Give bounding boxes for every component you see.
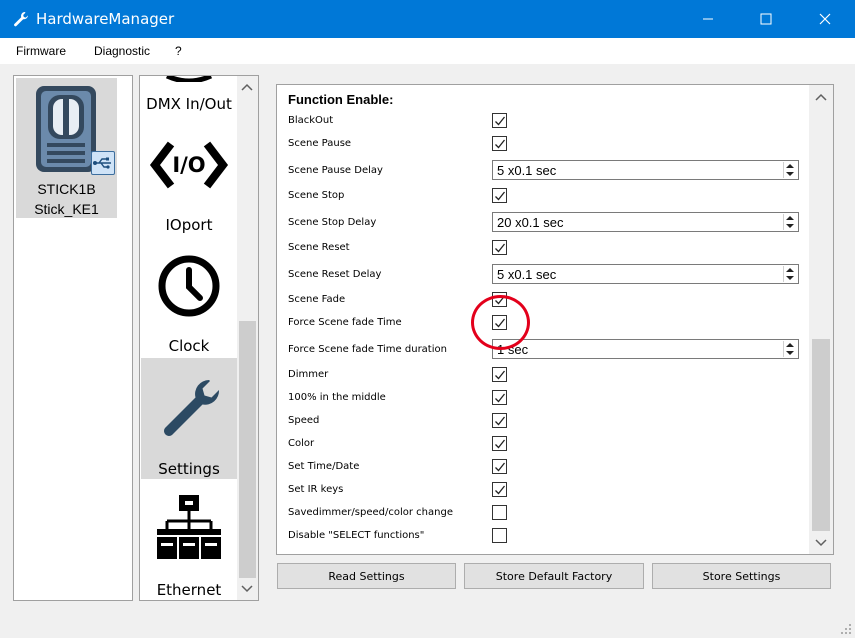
setting-checkbox[interactable] bbox=[492, 390, 507, 405]
minimize-icon bbox=[703, 18, 713, 20]
setting-label: Scene Reset Delay bbox=[288, 269, 382, 280]
minimize-button[interactable] bbox=[678, 0, 738, 38]
setting-label: Scene Reset bbox=[288, 242, 350, 253]
device-item-stick1b[interactable]: STICK1B Stick_KE1 bbox=[16, 78, 117, 218]
setting-spinbox[interactable]: 20 x0.1 sec bbox=[492, 212, 799, 232]
setting-checkbox[interactable] bbox=[492, 188, 507, 203]
setting-label: Savedimmer/speed/color change bbox=[288, 507, 453, 518]
setting-checkbox[interactable] bbox=[492, 136, 507, 151]
setting-spinbox[interactable]: 1 sec bbox=[492, 339, 799, 359]
setting-label: Scene Fade bbox=[288, 294, 346, 305]
spin-arrows-icon[interactable] bbox=[783, 266, 797, 282]
chevron-up-icon[interactable] bbox=[815, 92, 827, 102]
spin-arrows-icon[interactable] bbox=[783, 162, 797, 178]
setting-checkbox[interactable] bbox=[492, 482, 507, 497]
window-title: HardwareManager bbox=[36, 10, 175, 28]
close-icon bbox=[819, 13, 831, 25]
spin-arrows-icon[interactable] bbox=[783, 341, 797, 357]
menu-bar: Firmware Diagnostic ? bbox=[0, 38, 855, 64]
setting-checkbox[interactable] bbox=[492, 367, 507, 382]
wrench-icon bbox=[164, 380, 220, 436]
setting-checkbox[interactable] bbox=[492, 459, 507, 474]
nav-label-ethernet: Ethernet bbox=[156, 581, 222, 599]
chevron-down-icon[interactable] bbox=[241, 584, 253, 594]
store-settings-button[interactable]: Store Settings bbox=[652, 563, 831, 589]
settings-scrollbar[interactable] bbox=[809, 85, 833, 554]
nav-label-clock: Clock bbox=[168, 337, 210, 355]
setting-label: Set IR keys bbox=[288, 484, 344, 495]
svg-text:I/O: I/O bbox=[172, 153, 205, 177]
spin-arrows-icon[interactable] bbox=[783, 214, 797, 230]
setting-label: Scene Stop Delay bbox=[288, 217, 377, 228]
setting-label: Scene Stop bbox=[288, 190, 345, 201]
setting-label: Disable "SELECT functions" bbox=[288, 530, 425, 541]
setting-label: BlackOut bbox=[288, 115, 334, 126]
setting-checkbox[interactable] bbox=[492, 505, 507, 520]
nav-item-clock[interactable]: Clock bbox=[141, 247, 237, 368]
spinbox-value[interactable]: 20 x0.1 sec bbox=[497, 215, 564, 230]
nav-scrollbar[interactable] bbox=[237, 76, 258, 600]
clock-icon bbox=[158, 255, 220, 317]
menu-firmware[interactable]: Firmware bbox=[16, 44, 66, 58]
setting-label: Color bbox=[288, 438, 315, 449]
close-button[interactable] bbox=[795, 0, 855, 38]
setting-checkbox[interactable] bbox=[492, 528, 507, 543]
io-icon: I/O bbox=[149, 141, 229, 189]
section-title: Function Enable: bbox=[288, 92, 394, 107]
setting-label: Dimmer bbox=[288, 369, 329, 380]
settings-scroll-thumb[interactable] bbox=[812, 339, 830, 531]
setting-label: Scene Pause bbox=[288, 138, 352, 149]
maximize-icon bbox=[760, 13, 772, 25]
setting-checkbox[interactable] bbox=[492, 240, 507, 255]
nav-item-ioport[interactable]: I/O IOport bbox=[141, 126, 237, 247]
function-nav: DMX In/Out I/O IOport Clock Settings Eth… bbox=[139, 75, 259, 601]
setting-checkbox[interactable] bbox=[492, 113, 507, 128]
network-icon bbox=[157, 495, 221, 559]
chevron-up-icon[interactable] bbox=[241, 82, 253, 92]
device-name: STICK1B bbox=[37, 181, 96, 197]
store-default-factory-button[interactable]: Store Default Factory bbox=[464, 563, 644, 589]
read-settings-button[interactable]: Read Settings bbox=[277, 563, 456, 589]
setting-label: Set Time/Date bbox=[288, 461, 360, 472]
device-list: STICK1B Stick_KE1 bbox=[13, 75, 133, 601]
setting-label: Scene Pause Delay bbox=[288, 165, 383, 176]
settings-panel: Function Enable: BlackOut Scene Pause Scen… bbox=[276, 84, 834, 555]
setting-spinbox[interactable]: 5 x0.1 sec bbox=[492, 160, 799, 180]
nav-label-dmx: DMX In/Out bbox=[146, 95, 232, 113]
menu-help[interactable]: ? bbox=[175, 44, 182, 58]
highlight-annotation bbox=[471, 295, 530, 350]
setting-checkbox[interactable] bbox=[492, 413, 507, 428]
setting-checkbox[interactable] bbox=[492, 436, 507, 451]
device-id: Stick_KE1 bbox=[34, 201, 99, 217]
nav-item-ethernet[interactable]: Ethernet bbox=[141, 479, 237, 600]
setting-label: Speed bbox=[288, 415, 320, 426]
dmx-icon bbox=[165, 76, 213, 82]
nav-label-ioport: IOport bbox=[165, 216, 213, 234]
resize-grip-icon[interactable] bbox=[840, 623, 852, 635]
nav-label-settings: Settings bbox=[158, 460, 220, 478]
setting-spinbox[interactable]: 5 x0.1 sec bbox=[492, 264, 799, 284]
wrench-icon bbox=[14, 12, 28, 27]
setting-label: 100% in the middle bbox=[288, 392, 386, 403]
spinbox-value[interactable]: 5 x0.1 sec bbox=[497, 267, 556, 282]
usb-icon bbox=[91, 151, 115, 175]
setting-label: Force Scene fade Time bbox=[288, 317, 402, 328]
setting-label: Force Scene fade Time duration bbox=[288, 344, 447, 355]
spinbox-value[interactable]: 5 x0.1 sec bbox=[497, 163, 556, 178]
maximize-button[interactable] bbox=[736, 0, 796, 38]
nav-item-settings[interactable]: Settings bbox=[141, 358, 237, 479]
title-bar: HardwareManager bbox=[0, 0, 855, 38]
menu-diagnostic[interactable]: Diagnostic bbox=[94, 44, 150, 58]
chevron-down-icon[interactable] bbox=[815, 538, 827, 548]
nav-scroll-thumb[interactable] bbox=[239, 321, 256, 578]
